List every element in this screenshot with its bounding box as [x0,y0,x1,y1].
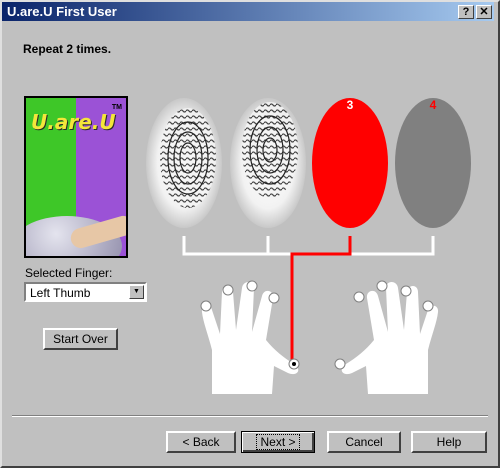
help-button[interactable]: Help [411,431,487,453]
enrollment-figure: 3 4 [146,98,471,394]
next-button[interactable]: Next > [241,431,315,453]
finger-selector-right-ring[interactable] [400,285,412,297]
finger-selector-right-little[interactable] [422,300,434,312]
finger-selector-right-middle[interactable] [376,280,388,292]
left-hand-illustration [201,282,299,394]
finger-selector-left-ring[interactable] [222,284,234,296]
scan-4-label: 4 [430,98,437,112]
scan-3-label: 3 [347,98,354,112]
next-button-label: Next > [256,434,300,450]
finger-selector-left-middle[interactable] [246,280,258,292]
cancel-button[interactable]: Cancel [327,431,401,453]
finger-selector-right-thumb[interactable] [334,358,346,370]
finger-selector-left-little[interactable] [200,300,212,312]
scan-2-fingerprint [230,98,306,228]
scan-4-indicator [395,98,471,228]
finger-selector-right-index[interactable] [353,291,365,303]
selected-finger-marker [292,362,296,366]
button-separator [12,415,488,417]
finger-selector-left-index[interactable] [268,292,280,304]
scan-3-indicator [312,98,388,228]
back-button[interactable]: < Back [166,431,236,453]
scan-1-fingerprint [146,98,222,228]
